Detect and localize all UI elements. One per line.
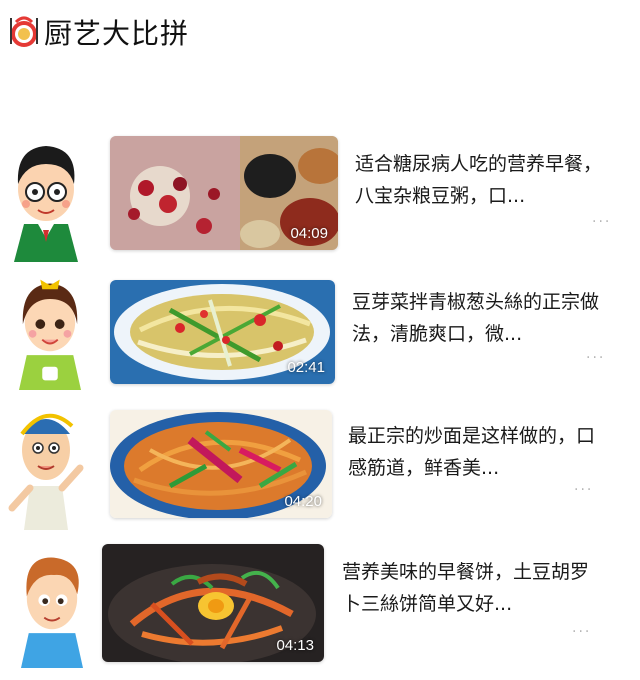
video-item[interactable]: 04:13 营养美味的早餐饼，土豆胡罗卜三絲饼简单又好... ··· xyxy=(0,540,640,670)
video-item[interactable]: 04:20 最正宗的炒面是这样做的，口感筋道，鲜香美... ··· xyxy=(0,402,640,532)
video-thumbnail[interactable]: 04:13 xyxy=(102,544,324,662)
video-duration: 04:09 xyxy=(290,225,328,242)
boy-red-hair-avatar xyxy=(21,557,83,668)
video-duration: 02:41 xyxy=(287,359,325,376)
boy-cap-avatar xyxy=(8,413,84,530)
more-options-icon[interactable]: ··· xyxy=(586,350,605,366)
video-title[interactable]: 最正宗的炒面是这样做的，口感筋道，鲜香美... xyxy=(348,420,606,484)
boy-glasses-avatar xyxy=(14,146,78,262)
video-item[interactable]: 02:41 豆芽菜拌青椒葱头絲的正宗做法，清脆爽口，微... ··· xyxy=(0,272,640,390)
video-thumbnail[interactable]: 04:09 xyxy=(110,136,338,250)
video-title[interactable]: 适合糖尿病人吃的营养早餐，八宝杂粮豆粥，口... xyxy=(355,148,613,212)
more-options-icon[interactable]: ··· xyxy=(572,624,591,640)
app-title: 厨艺大比拼 xyxy=(44,17,190,50)
more-options-icon[interactable]: ··· xyxy=(592,214,611,230)
video-item[interactable]: 04:09 适合糖尿病人吃的营养早餐，八宝杂粮豆粥，口... ··· xyxy=(0,130,640,262)
video-title[interactable]: 豆芽菜拌青椒葱头絲的正宗做法，清脆爽口，微... xyxy=(352,286,610,350)
video-thumbnail[interactable]: 04:20 xyxy=(110,410,332,518)
app-header: 厨艺大比拼 xyxy=(8,12,189,52)
video-thumbnail[interactable]: 02:41 xyxy=(110,280,335,384)
more-options-icon[interactable]: ··· xyxy=(574,482,593,498)
girl-avatar xyxy=(19,279,81,390)
chef-plate-icon xyxy=(10,16,38,47)
video-duration: 04:20 xyxy=(284,493,322,510)
video-title[interactable]: 营养美味的早餐饼，土豆胡罗卜三絲饼简单又好... xyxy=(342,556,600,620)
video-duration: 04:13 xyxy=(276,637,314,654)
